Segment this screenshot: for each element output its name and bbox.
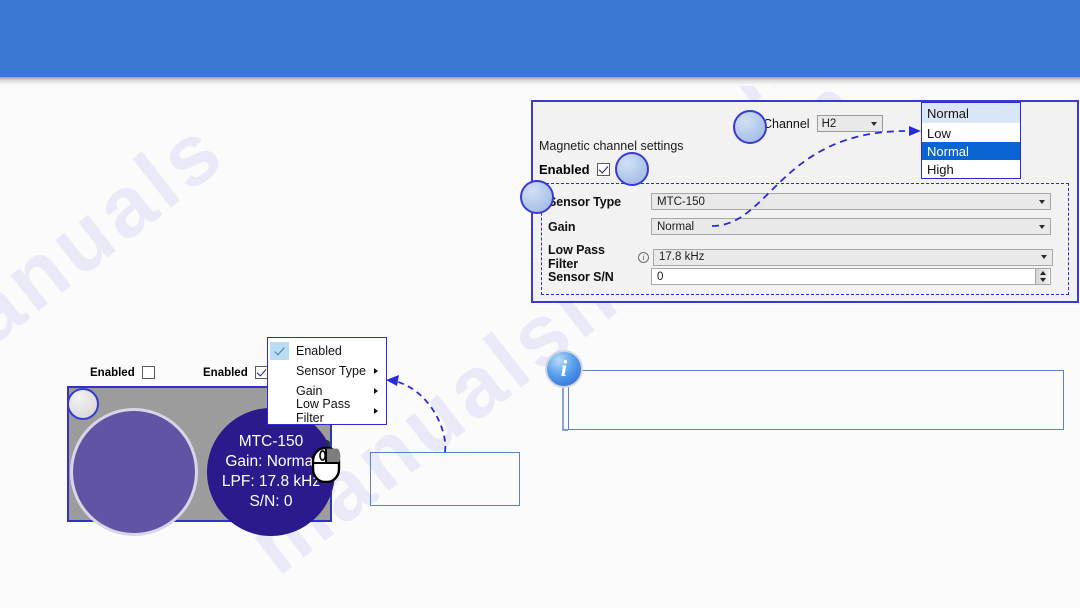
- stepper-up-icon[interactable]: [1039, 270, 1046, 275]
- channel-value: H2: [821, 117, 837, 130]
- channel-selector-row[interactable]: Channel H2: [763, 115, 883, 132]
- chevron-down-icon: [1039, 199, 1045, 204]
- field-row-gain: Gain Normal: [548, 218, 1051, 235]
- gain-dropdown-list[interactable]: Normal Low Normal High: [921, 102, 1021, 179]
- top-banner: [0, 0, 1080, 77]
- sensor-gain: Gain: Normal: [225, 453, 317, 470]
- enabled-label: Enabled: [539, 162, 590, 177]
- gain-dropdown-selected[interactable]: Normal: [922, 103, 1020, 124]
- sensor-type-label: Sensor Type: [548, 194, 621, 209]
- sensor-model: MTC-150: [238, 433, 304, 450]
- chevron-right-icon: [374, 407, 378, 414]
- channel-label: Channel: [763, 116, 810, 131]
- gain-option-high[interactable]: High: [922, 160, 1020, 178]
- field-row-sensor-type: Sensor Type MTC-150: [548, 193, 1051, 210]
- low-pass-filter-value: 17.8 kHz: [659, 251, 705, 263]
- chevron-down-icon: [870, 121, 877, 126]
- field-row-low-pass-filter: Low Pass Filter i 17.8 kHz: [548, 243, 1053, 271]
- enabled-label-left: Enabled: [90, 366, 135, 379]
- chevron-right-icon: [374, 387, 378, 394]
- mouse-right-click-icon: [311, 439, 341, 484]
- enabled-checkbox-left[interactable]: Enabled: [90, 366, 155, 379]
- sensor-type-value: MTC-150: [657, 195, 705, 208]
- gain-value: Normal: [657, 220, 695, 233]
- context-menu-label: Low Pass Filter: [296, 397, 351, 425]
- sensor-sn: S/N: 0: [249, 493, 293, 510]
- magnetic-channel-settings-label: Magnetic channel settings: [539, 139, 684, 153]
- enabled-label-right: Enabled: [203, 366, 248, 379]
- note-box-small: [370, 452, 520, 506]
- enabled-checkbox-right-box[interactable]: [254, 366, 268, 379]
- context-menu-item-enabled[interactable]: Enabled: [268, 341, 386, 361]
- stepper-down-icon[interactable]: [1039, 278, 1046, 283]
- chevron-down-icon: [1041, 255, 1047, 259]
- gain-option-normal[interactable]: Normal: [922, 142, 1020, 160]
- callout-marker-sensor-group: [520, 180, 554, 214]
- enabled-checkbox-left-box[interactable]: [141, 366, 155, 379]
- context-menu-item-low-pass-filter[interactable]: Low Pass Filter: [268, 397, 386, 425]
- field-row-sensor-sn: Sensor S/N 0: [548, 268, 1051, 285]
- chevron-right-icon: [374, 367, 378, 374]
- low-pass-filter-label: Low Pass Filter: [548, 243, 605, 271]
- callout-marker-channel: [733, 110, 767, 144]
- chevron-down-icon: [1039, 224, 1045, 229]
- callout-marker-enabled: [615, 152, 649, 186]
- sensor-circle-left[interactable]: [70, 408, 198, 536]
- note-box-info: [568, 370, 1064, 430]
- sensor-type-combobox[interactable]: MTC-150: [651, 193, 1051, 210]
- context-menu-label: Sensor Type: [296, 364, 366, 378]
- gain-combobox[interactable]: Normal: [651, 218, 1051, 235]
- context-menu-item-sensor-type[interactable]: Sensor Type: [268, 361, 386, 381]
- gain-option-low[interactable]: Low: [922, 124, 1020, 142]
- enabled-checkbox-row[interactable]: Enabled: [539, 162, 610, 177]
- channel-combobox[interactable]: H2: [816, 115, 883, 132]
- info-icon[interactable]: i: [638, 251, 649, 263]
- sensor-lpf: LPF: 17.8 kHz: [221, 473, 321, 490]
- check-icon: [270, 342, 289, 360]
- info-icon: i: [545, 350, 583, 388]
- enabled-checkbox[interactable]: [596, 163, 610, 176]
- gain-label: Gain: [548, 219, 576, 234]
- sensor-sn-stepper[interactable]: [1035, 269, 1049, 284]
- enabled-checkbox-right[interactable]: Enabled: [203, 366, 268, 379]
- sensor-sn-label: Sensor S/N: [548, 269, 614, 284]
- sensor-sn-value: 0: [657, 270, 664, 283]
- callout-marker-device-panel: [67, 388, 99, 420]
- context-menu[interactable]: Enabled Sensor Type Gain Low Pass Filter: [267, 337, 387, 425]
- context-menu-label: Enabled: [296, 344, 342, 358]
- context-menu-label: Gain: [296, 384, 323, 398]
- banner-shadow: [0, 77, 1080, 86]
- sensor-sn-input[interactable]: 0: [651, 268, 1051, 285]
- low-pass-filter-combobox[interactable]: 17.8 kHz: [653, 248, 1053, 266]
